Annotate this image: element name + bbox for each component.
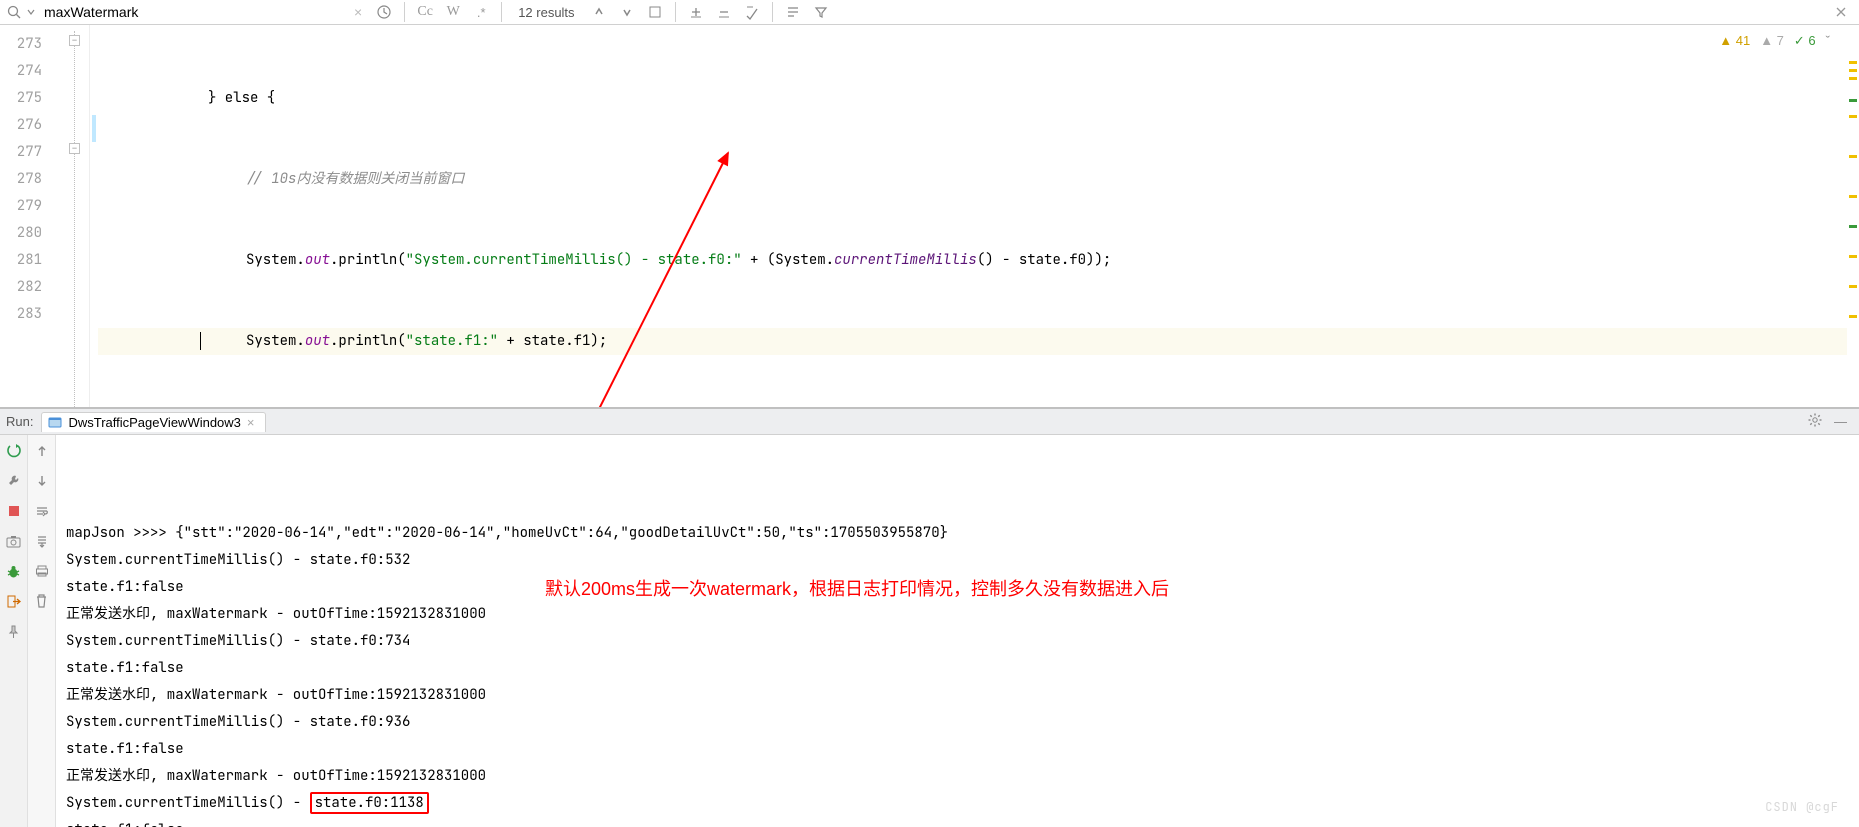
- bug-icon[interactable]: [4, 561, 24, 581]
- chevron-down-icon[interactable]: [26, 4, 36, 20]
- weak-warning-icon[interactable]: ▲ 7: [1760, 33, 1784, 49]
- prev-occurrence-icon[interactable]: [587, 0, 611, 24]
- console-line: state.f1:false: [66, 817, 1849, 827]
- console-line: System.currentTimeMillis() - state.f0:73…: [66, 628, 1849, 655]
- find-input[interactable]: [40, 2, 330, 22]
- exit-icon[interactable]: [4, 591, 24, 611]
- run-header: Run: DwsTrafficPageViewWindow3 × —: [0, 409, 1859, 435]
- run-config-icon: [48, 415, 62, 429]
- console-output[interactable]: mapJson >>>> {"stt":"2020-06-14","edt":"…: [56, 435, 1859, 827]
- run-tab-label: DwsTrafficPageViewWindow3: [68, 415, 240, 430]
- pin-icon[interactable]: [4, 621, 24, 641]
- typo-icon[interactable]: ✓ 6: [1794, 33, 1816, 49]
- console-line: 正常发送水印, maxWatermark - outOfTime:1592132…: [66, 682, 1849, 709]
- clear-icon[interactable]: ×: [348, 4, 368, 20]
- code-comment: // 10s内没有数据则关闭当前窗口: [246, 170, 464, 188]
- select-all-icon[interactable]: [643, 0, 667, 24]
- run-tab[interactable]: DwsTrafficPageViewWindow3 ×: [41, 412, 265, 432]
- select-all-occurrences-icon[interactable]: [740, 0, 764, 24]
- change-marker-gutter: [90, 25, 98, 407]
- console-line: System.currentTimeMillis() - state.f0:93…: [66, 709, 1849, 736]
- gear-icon[interactable]: [1802, 413, 1828, 430]
- delete-icon[interactable]: [32, 591, 52, 611]
- console-line: 正常发送水印, maxWatermark - outOfTime:1592132…: [66, 601, 1849, 628]
- remove-selection-icon[interactable]: [712, 0, 736, 24]
- print-icon[interactable]: [32, 561, 52, 581]
- match-case-icon[interactable]: Cc: [413, 0, 437, 24]
- line-number: 280: [0, 220, 42, 247]
- filter-icon[interactable]: [809, 0, 833, 24]
- console-line: state.f1:false: [66, 574, 1849, 601]
- run-label: Run:: [6, 414, 41, 429]
- line-number: 283: [0, 301, 42, 328]
- close-tab-icon[interactable]: ×: [247, 415, 255, 430]
- run-toolbar-primary: [0, 435, 28, 827]
- search-icon: [6, 4, 22, 20]
- code-area[interactable]: } else { // 10s内没有数据则关闭当前窗口 System.out.p…: [98, 25, 1859, 407]
- camera-icon[interactable]: [4, 531, 24, 551]
- console-line: 正常发送水印, maxWatermark - outOfTime:1592132…: [66, 763, 1849, 790]
- run-toolbar-secondary: [28, 435, 56, 827]
- line-number: 277: [0, 139, 42, 166]
- warning-icon[interactable]: ▲ 41: [1719, 33, 1750, 49]
- console-line: System.currentTimeMillis() - state.f0:11…: [66, 790, 1849, 817]
- console-line: mapJson >>>> {"stt":"2020-06-14","edt":"…: [66, 520, 1849, 547]
- console-line: state.f1:false: [66, 655, 1849, 682]
- toggle-find-in-selection-icon[interactable]: [781, 0, 805, 24]
- find-results-count: 12 results: [510, 5, 582, 20]
- line-number: 275: [0, 85, 42, 112]
- words-icon[interactable]: W: [441, 0, 465, 24]
- history-icon[interactable]: [372, 0, 396, 24]
- wrench-icon[interactable]: [4, 471, 24, 491]
- console-line: System.currentTimeMillis() - state.f0:53…: [66, 547, 1849, 574]
- line-number: 276: [0, 112, 42, 139]
- close-find-icon[interactable]: [1829, 0, 1853, 24]
- more-inspections-icon[interactable]: ˇ: [1826, 33, 1831, 49]
- stop-icon[interactable]: [4, 501, 24, 521]
- line-number: 282: [0, 274, 42, 301]
- line-number: 281: [0, 247, 42, 274]
- regex-icon[interactable]: .*: [469, 0, 493, 24]
- editor[interactable]: 273274275276277278279280281282283 − − } …: [0, 25, 1859, 407]
- fold-gutter[interactable]: − −: [60, 25, 90, 407]
- find-bar: × Cc W .* 12 results: [0, 0, 1859, 25]
- line-number: 278: [0, 166, 42, 193]
- rerun-icon[interactable]: [4, 441, 24, 461]
- scroll-to-end-icon[interactable]: [32, 531, 52, 551]
- run-tool-window: Run: DwsTrafficPageViewWindow3 × —: [0, 407, 1859, 827]
- code-token: } else {: [208, 89, 275, 107]
- line-number: 273: [0, 31, 42, 58]
- next-occurrence-icon[interactable]: [615, 0, 639, 24]
- down-icon[interactable]: [32, 471, 52, 491]
- inspection-summary[interactable]: ▲ 41 ▲ 7 ✓ 6 ˇ: [1719, 33, 1831, 49]
- add-selection-icon[interactable]: [684, 0, 708, 24]
- line-number: 279: [0, 193, 42, 220]
- csdn-watermark: CSDN @cgF: [1765, 794, 1839, 821]
- line-number-gutter: 273274275276277278279280281282283: [0, 25, 60, 407]
- error-stripe[interactable]: [1847, 55, 1859, 407]
- console-line: state.f1:false: [66, 736, 1849, 763]
- up-icon[interactable]: [32, 441, 52, 461]
- minimize-icon[interactable]: —: [1828, 414, 1853, 429]
- soft-wrap-icon[interactable]: [32, 501, 52, 521]
- line-number: 274: [0, 58, 42, 85]
